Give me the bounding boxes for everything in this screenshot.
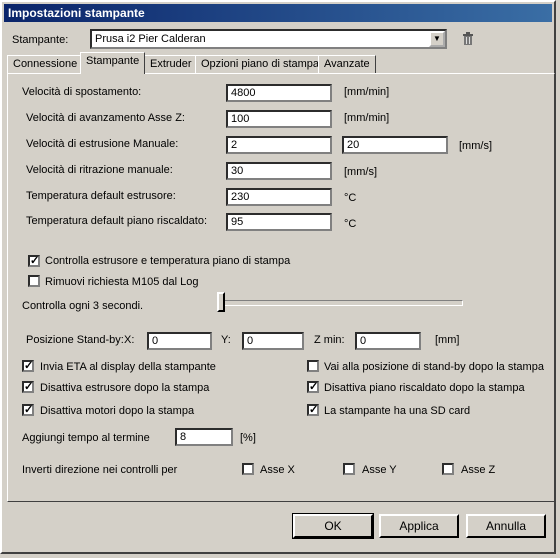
z-speed-input[interactable] <box>226 110 332 128</box>
interval-slider-thumb[interactable] <box>217 292 225 312</box>
invert-y-label: Asse Y <box>362 464 397 476</box>
has-sd-label: La stampante ha una SD card <box>324 405 471 417</box>
manual-extrusion-label: Velocità di estrusione Manuale: <box>26 138 179 150</box>
add-time-input[interactable] <box>175 428 233 446</box>
goto-standby-label: Vai alla posizione di stand-by dopo la s… <box>324 361 544 373</box>
manual-extrusion-unit: [mm/s] <box>459 140 492 152</box>
printer-select-value: Prusa i2 Pier Calderan <box>95 33 206 45</box>
extruder-temp-input[interactable] <box>226 188 332 206</box>
printer-label: Stampante: <box>12 34 69 46</box>
chevron-down-icon[interactable]: ▼ <box>429 31 445 47</box>
goto-standby-checkbox[interactable] <box>307 360 319 372</box>
tab-avanzate[interactable]: Avanzate <box>318 55 376 73</box>
travel-speed-input[interactable] <box>226 84 332 102</box>
invert-z-checkbox[interactable] <box>442 463 454 475</box>
invert-y-checkbox[interactable] <box>343 463 355 475</box>
z-speed-unit: [mm/min] <box>344 112 390 124</box>
invert-label: Inverti direzione nei controlli per <box>22 464 178 476</box>
apply-button[interactable]: Applica <box>379 514 459 538</box>
manual-extrusion-input-2[interactable] <box>342 136 448 154</box>
disable-bed-label: Disattiva piano riscaldato dopo la stamp… <box>324 382 525 394</box>
remove-m105-label: Rimuovi richiesta M105 dal Log <box>45 276 199 288</box>
standby-z-input[interactable] <box>355 332 421 350</box>
checkmark-icon: ✓ <box>24 360 34 372</box>
interval-slider-track[interactable] <box>217 300 463 306</box>
standby-x-input[interactable] <box>147 332 212 350</box>
standby-y-label: Y: <box>221 334 231 346</box>
printer-settings-window: Impostazioni stampante Stampante: Prusa … <box>0 0 556 554</box>
invert-x-label: Asse X <box>260 464 295 476</box>
send-eta-checkbox[interactable]: ✓ <box>22 360 34 372</box>
ok-button[interactable]: OK <box>292 513 374 539</box>
bed-temp-label: Temperatura default piano riscaldato: <box>26 215 207 227</box>
disable-extruder-checkbox[interactable]: ✓ <box>22 381 34 393</box>
travel-speed-unit: [mm/min] <box>344 86 390 98</box>
standby-label: Posizione Stand-by: <box>26 334 124 346</box>
bed-temp-unit: °C <box>344 218 357 230</box>
checkmark-icon: ✓ <box>24 404 34 416</box>
bed-temp-input[interactable] <box>226 213 332 231</box>
manual-extrusion-input-1[interactable] <box>226 136 332 154</box>
standby-y-input[interactable] <box>242 332 304 350</box>
window-title: Impostazioni stampante <box>4 4 552 22</box>
standby-z-label: Z min: <box>314 334 345 346</box>
manual-retraction-label: Velocità di ritrazione manuale: <box>26 164 173 176</box>
invert-x-checkbox[interactable] <box>242 463 254 475</box>
tab-connessione[interactable]: Connessione <box>7 55 84 73</box>
manual-retraction-unit: [mm/s] <box>344 166 377 178</box>
standby-x-label: X: <box>124 334 135 346</box>
disable-motors-checkbox[interactable]: ✓ <box>22 404 34 416</box>
extruder-temp-label: Temperatura default estrusore: <box>26 190 176 202</box>
monitor-temp-label: Controlla estrusore e temperatura piano … <box>45 255 291 267</box>
tab-stampante[interactable]: Stampante <box>80 52 146 74</box>
checkmark-icon: ✓ <box>309 381 319 393</box>
tab-extruder[interactable]: Extruder <box>144 55 198 73</box>
interval-label: Controlla ogni 3 secondi. <box>22 300 144 312</box>
trash-icon[interactable] <box>462 32 474 49</box>
add-time-label: Aggiungi tempo al termine <box>22 432 150 444</box>
monitor-temp-checkbox[interactable]: ✓ <box>28 255 40 267</box>
printer-select[interactable]: Prusa i2 Pier Calderan ▼ <box>90 29 447 49</box>
cancel-button[interactable]: Annulla <box>466 514 546 538</box>
send-eta-label: Invia ETA al display della stampante <box>40 361 216 373</box>
standby-unit: [mm] <box>435 334 460 346</box>
disable-extruder-label: Disattiva estrusore dopo la stampa <box>40 382 210 394</box>
checkmark-icon: ✓ <box>309 404 319 416</box>
extruder-temp-unit: °C <box>344 192 357 204</box>
disable-motors-label: Disattiva motori dopo la stampa <box>40 405 195 417</box>
checkmark-icon: ✓ <box>30 255 40 267</box>
has-sd-checkbox[interactable]: ✓ <box>307 404 319 416</box>
add-time-unit: [%] <box>240 432 256 444</box>
manual-retraction-input[interactable] <box>226 162 332 180</box>
checkmark-icon: ✓ <box>24 381 34 393</box>
invert-z-label: Asse Z <box>461 464 496 476</box>
tab-opzioni-piano[interactable]: Opzioni piano di stampa <box>195 55 326 73</box>
z-speed-label: Velocità di avanzamento Asse Z: <box>26 112 185 124</box>
disable-bed-checkbox[interactable]: ✓ <box>307 381 319 393</box>
travel-speed-label: Velocità di spostamento: <box>22 86 142 98</box>
remove-m105-checkbox[interactable] <box>28 275 40 287</box>
